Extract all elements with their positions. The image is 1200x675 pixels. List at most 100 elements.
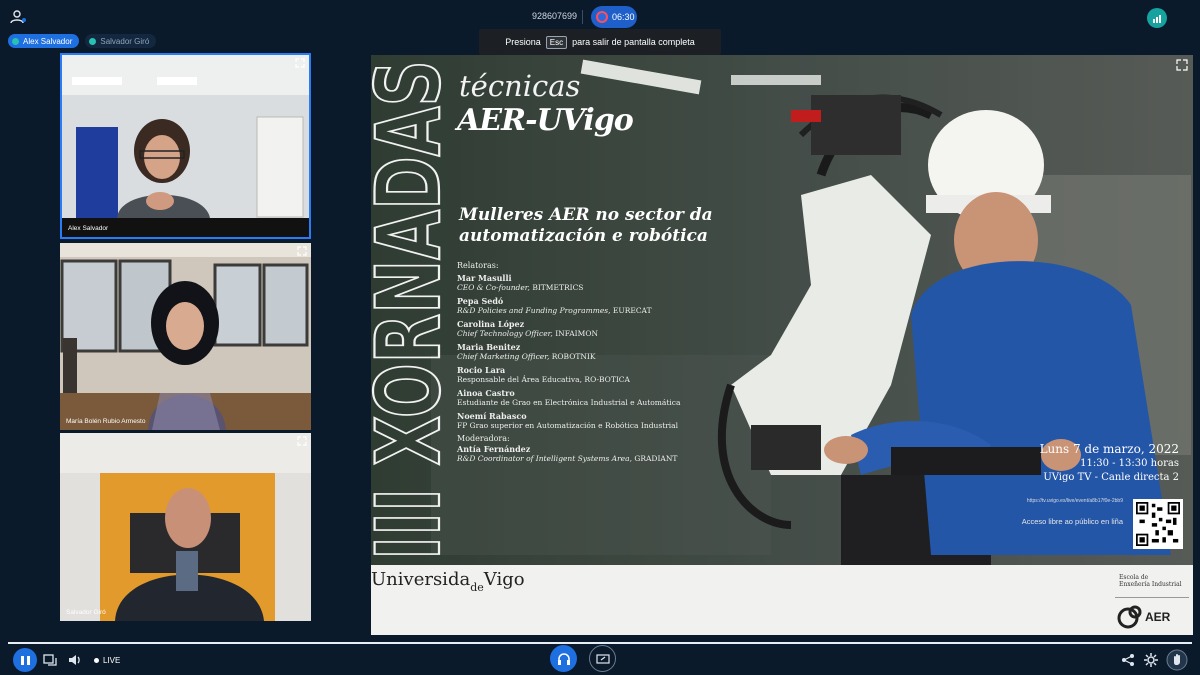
- expand-icon[interactable]: [295, 58, 305, 68]
- video-tile-alex-salvador[interactable]: Alex Salvador: [60, 53, 311, 239]
- participant-video: [62, 55, 309, 237]
- expand-icon[interactable]: [297, 246, 307, 256]
- status-dot: [12, 37, 19, 45]
- speaker-org: ROBOTNIK: [551, 352, 596, 361]
- event-channel: UVigo TV - Canle directa 2: [1043, 472, 1179, 483]
- toast-text-after: para salir de pantalla completa: [572, 37, 695, 47]
- qr-code-icon: [1133, 499, 1183, 549]
- video-tile-salvador-giro[interactable]: Salvador Giró: [60, 433, 311, 621]
- expand-icon[interactable]: [1176, 59, 1188, 71]
- aer-logo-text: AER: [1145, 610, 1171, 624]
- live-indicator: LIVE: [94, 656, 120, 665]
- esc-key: Esc: [545, 35, 568, 49]
- slide-title-line2: AER-UVigo: [457, 103, 634, 138]
- moderator-role: R&D Coordinator of Intelligent Systems A…: [457, 454, 632, 463]
- vertical-title-text: III XORNADAS: [371, 60, 451, 560]
- headphones-icon: [557, 652, 570, 665]
- speaker-name: Carolina López: [457, 319, 525, 329]
- progress-track[interactable]: [8, 642, 1192, 644]
- shared-screen[interactable]: III XORNADAS técnicas AER-UVigo Mulleres…: [371, 55, 1193, 635]
- event-url: https://tv.uvigo.es/live/event/a8b17f0e-…: [1026, 498, 1123, 504]
- volume-icon[interactable]: [67, 652, 83, 668]
- speaker-item: Noemí Rabasco FP Grao superior en Automa…: [457, 411, 757, 431]
- status-dot: [89, 37, 97, 45]
- meeting-id: 928607699: [532, 11, 578, 21]
- signal-bars-icon: [1153, 19, 1155, 23]
- participant-name: Alex Salvador: [68, 225, 109, 232]
- chip-label: Salvador Giró: [100, 36, 150, 46]
- speaker-role: Chief Technology Officer,: [457, 329, 553, 338]
- speaker-name: Mar Masulli: [457, 273, 512, 283]
- expand-icon[interactable]: [297, 436, 307, 446]
- chip-salvador-giro[interactable]: Salvador Giró: [85, 34, 157, 48]
- speaker-name: Noemí Rabasco: [457, 411, 527, 421]
- speaker-role: Chief Marketing Officer,: [457, 352, 550, 361]
- slide-title-line1: técnicas: [459, 69, 581, 103]
- video-tile-maria[interactable]: María Bolén Rubio Armesto: [60, 243, 311, 430]
- speaker-item: Carolina López Chief Technology Officer,…: [457, 319, 757, 339]
- speaker-name: Pepa Sedó: [457, 296, 504, 306]
- toast-text-before: Presiona: [505, 37, 541, 47]
- speaker-org: EURECAT: [612, 306, 652, 315]
- speaker-role: CEO & Co-founder,: [457, 283, 530, 292]
- moderator-item: Antía Fernández R&D Coordinator of Intel…: [457, 444, 757, 464]
- school-name: Escola de Enxeñería Industrial: [1119, 574, 1182, 588]
- chip-alex-salvador[interactable]: Alex Salvador: [8, 34, 80, 48]
- moderadora-label: Moderadora:: [457, 434, 510, 443]
- connection-quality-button[interactable]: [1147, 8, 1167, 28]
- speaker-role: Estudiante de Grao en Electrónica Indust…: [457, 398, 681, 407]
- screen-share-icon: [595, 653, 610, 664]
- speaker-name: Maria Benitez: [457, 342, 521, 352]
- speaker-item: Maria Benitez Chief Marketing Officer, R…: [457, 342, 757, 362]
- speaker-org: INFAIMON: [555, 329, 599, 338]
- aer-logo: AER: [1117, 601, 1189, 633]
- speaker-name: Rocio Lara: [457, 365, 506, 375]
- layout-icon[interactable]: [42, 652, 58, 668]
- participant-video: [60, 433, 311, 621]
- participant-video: [60, 243, 311, 430]
- talk-title-line2: automatización e robótica: [459, 226, 708, 246]
- speaker-role: Responsable del Área Educativa,: [457, 375, 583, 384]
- public-access-note: Acceso libre ao público en liña: [1021, 517, 1123, 526]
- bottom-controls: LIVE: [0, 645, 1200, 675]
- settings-gear-icon[interactable]: [1143, 652, 1159, 668]
- recording-button[interactable]: 06:30: [591, 6, 637, 28]
- speaker-item: Ainoa Castro Estudiante de Grao en Elect…: [457, 388, 757, 408]
- speaker-org: RO-BOTICA: [584, 375, 630, 384]
- headphones-button[interactable]: [550, 645, 577, 672]
- share-icon[interactable]: [1120, 652, 1136, 668]
- pause-icon: [20, 655, 24, 665]
- participant-chips: Alex Salvador Salvador Giró: [8, 34, 157, 48]
- reactions-icon[interactable]: [1166, 649, 1188, 671]
- chip-label: Alex Salvador: [23, 36, 73, 46]
- record-icon: [596, 11, 608, 23]
- screen-share-button[interactable]: [589, 645, 616, 672]
- moderator-org: GRADIANT: [634, 454, 678, 463]
- speakers-list: Relatoras: Mar Masulli CEO & Co-founder,…: [457, 261, 757, 464]
- vertical-title: III XORNADAS: [371, 59, 451, 561]
- speaker-role: R&D Policies and Funding Programmes,: [457, 306, 611, 315]
- moderator-name: Antía Fernández: [457, 444, 531, 454]
- relatoras-label: Relatoras:: [457, 261, 499, 270]
- university-logo: UniversidadeVigo: [371, 569, 525, 594]
- divider: [582, 10, 583, 24]
- event-time: 11:30 - 13:30 horas: [1080, 458, 1179, 469]
- talk-title: Mulleres AER no sector da automatización…: [459, 205, 713, 247]
- participant-name: Salvador Giró: [66, 609, 106, 616]
- speaker-role: FP Grao superior en Automatización e Rob…: [457, 421, 679, 430]
- recording-timer: 06:30: [612, 12, 635, 22]
- speaker-org: BITMETRICS: [532, 283, 584, 292]
- fullscreen-toast: Presiona Esc para salir de pantalla comp…: [479, 29, 721, 55]
- speaker-item: Pepa Sedó R&D Policies and Funding Progr…: [457, 296, 757, 316]
- pause-button[interactable]: [13, 648, 37, 672]
- event-date: Luns 7 de marzo, 2022: [1039, 442, 1179, 456]
- aer-logo-icon: [1117, 605, 1142, 629]
- participants-icon[interactable]: [10, 9, 28, 25]
- live-dot: [94, 658, 99, 663]
- divider: [1115, 597, 1189, 598]
- speaker-item: Mar Masulli CEO & Co-founder, BITMETRICS: [457, 273, 757, 293]
- live-label: LIVE: [103, 656, 121, 665]
- event-info: Luns 7 de marzo, 2022 11:30 - 13:30 hora…: [1040, 441, 1179, 485]
- participant-name: María Bolén Rubio Armesto: [66, 418, 146, 425]
- talk-title-line1: Mulleres AER no sector da: [459, 205, 713, 225]
